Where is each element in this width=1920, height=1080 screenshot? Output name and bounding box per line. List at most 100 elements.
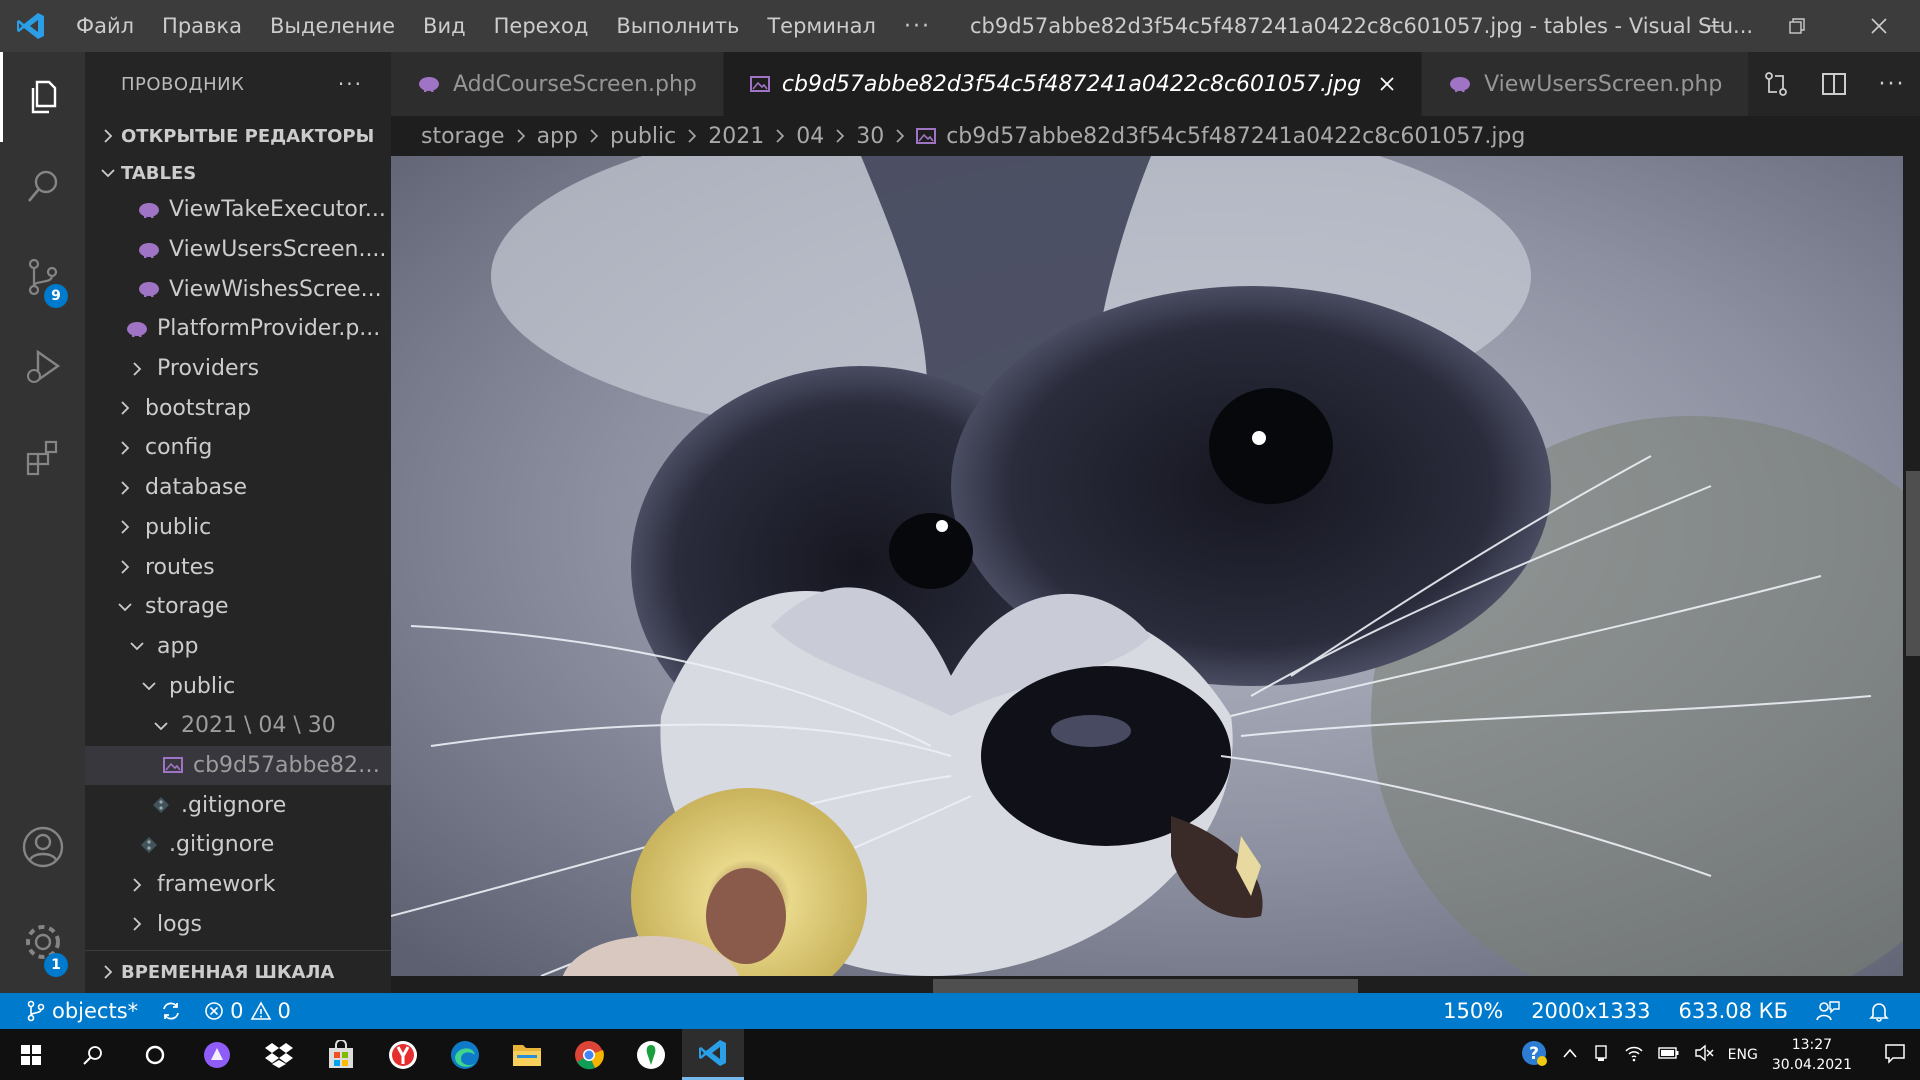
taskbar-app-alice[interactable] [186,1029,248,1080]
close-icon [1380,77,1394,91]
tab-label: cb9d57abbe82d3f54c5f487241a0422c8c601057… [781,71,1362,97]
tree-file[interactable]: .gitignore [85,785,391,825]
file-tree: ViewTakeExecutor... ViewUsersScreen.... Vi… [85,190,391,944]
timeline-section[interactable]: ВРЕМЕННАЯ ШКАЛА [85,950,391,993]
tree-folder[interactable]: framework [85,865,391,905]
action-center-button[interactable] [1884,1042,1906,1068]
breadcrumb-item[interactable]: 2021 [708,124,764,149]
breadcrumb-item[interactable]: cb9d57abbe82d3f54c5f487241a0422c8c601057… [946,124,1525,149]
feedback-button[interactable] [1816,1000,1840,1022]
help-tray-button[interactable]: ? [1520,1039,1548,1071]
taskbar-app-store[interactable] [310,1029,372,1080]
tab-add-course-screen[interactable]: AddCourseScreen.php [391,52,724,116]
menu-run[interactable]: Выполнить [602,0,753,52]
vertical-scrollbar-thumb[interactable] [1906,471,1920,656]
breadcrumb-item[interactable]: app [537,124,578,149]
more-actions-button[interactable]: ··· [1874,72,1910,97]
tree-file[interactable]: ViewWishesScree... [85,269,391,309]
menu-file[interactable]: Файл [62,0,148,52]
menu-selection[interactable]: Выделение [256,0,409,52]
tree-folder[interactable]: bootstrap [85,388,391,428]
tree-file[interactable]: PlatformProvider.p... [85,309,391,349]
horizontal-scrollbar[interactable] [391,976,1903,993]
tree-folder[interactable]: Providers [85,349,391,389]
chrome-icon [575,1040,604,1069]
image-preview[interactable] [391,156,1920,993]
tab-view-users-screen[interactable]: ViewUsersScreen.php [1422,52,1750,116]
menu-view[interactable]: Вид [409,0,480,52]
zoom-status[interactable]: 150% [1443,999,1503,1023]
run-debug-activity[interactable] [0,322,85,412]
horizontal-scrollbar-thumb[interactable] [933,979,1358,993]
notifications-button[interactable] [1868,1000,1890,1022]
raccoon-photo [391,156,1903,976]
breadcrumb-item[interactable]: public [610,124,676,149]
restore-button[interactable] [1756,0,1838,52]
explorer-more-button[interactable]: ··· [338,72,363,96]
tree-folder[interactable]: storage [85,587,391,627]
input-language[interactable]: ENG [1728,1047,1758,1063]
open-editors-section[interactable]: ОТКРЫТЫЕ РЕДАКТОРЫ [85,116,391,156]
chevron-right-icon [111,560,139,574]
taskbar-app-vscode[interactable] [682,1029,744,1080]
menu-more-button[interactable]: ··· [890,14,945,39]
close-window-button[interactable] [1838,0,1920,52]
tab-image-file[interactable]: cb9d57abbe82d3f54c5f487241a0422c8c601057… [723,52,1423,116]
device-tray-icon[interactable] [1592,1044,1610,1066]
volume-tray-button[interactable] [1694,1044,1714,1066]
breadcrumb-item[interactable]: 04 [796,124,824,149]
git-branch-status[interactable]: objects* [26,999,138,1023]
wifi-tray-button[interactable] [1624,1044,1644,1066]
split-editor-button[interactable] [1816,70,1852,98]
taskbar-app-yandex-browser[interactable] [372,1029,434,1080]
battery-tray-button[interactable] [1657,1046,1680,1064]
minimize-button[interactable] [1674,0,1756,52]
taskbar-app-chrome[interactable] [558,1029,620,1080]
extensions-activity[interactable] [0,412,85,502]
tree-folder[interactable]: routes [85,547,391,587]
taskbar-app-dropbox[interactable] [248,1029,310,1080]
tree-file[interactable]: ViewUsersScreen.... [85,230,391,270]
sync-button[interactable] [160,1000,182,1022]
start-button[interactable] [0,1029,62,1080]
close-tab-button[interactable] [1379,76,1395,92]
git-branch-icon [27,1000,45,1022]
problems-status[interactable]: 0 0 [204,999,291,1023]
tree-file[interactable]: .gitignore [85,825,391,865]
bell-icon [1869,1003,1889,1022]
taskbar-search-button[interactable] [62,1029,124,1080]
settings-update-badge: 1 [44,953,68,977]
explorer-activity[interactable] [0,52,85,142]
image-file-icon [749,75,770,93]
help-icon: ? [1521,1040,1547,1066]
tree-folder[interactable]: public [85,666,391,706]
source-control-activity[interactable]: 9 [0,232,85,322]
open-changes-button[interactable] [1758,70,1794,98]
breadcrumb-item[interactable]: storage [421,124,505,149]
breadcrumb-item[interactable]: 30 [856,124,884,149]
tree-item-label: public [169,673,236,699]
tree-folder[interactable]: app [85,627,391,667]
workspace-section[interactable]: TABLES [85,156,391,190]
cortana-button[interactable] [124,1029,186,1080]
vertical-scrollbar[interactable] [1903,156,1920,976]
tree-folder[interactable]: database [85,468,391,508]
taskbar-app-edge[interactable] [434,1029,496,1080]
menu-edit[interactable]: Правка [148,0,256,52]
accounts-activity[interactable] [0,802,85,892]
tree-folder[interactable]: logs [85,904,391,944]
tree-file[interactable]: ViewTakeExecutor... [85,190,391,230]
manage-activity[interactable]: 1 [0,897,85,987]
taskbar-app-file-explorer[interactable] [496,1029,558,1080]
taskbar-app-maps[interactable] [620,1029,682,1080]
tree-folder[interactable]: 2021 \ 04 \ 30 [85,706,391,746]
show-hidden-icons-button[interactable] [1562,1047,1578,1063]
search-activity[interactable] [0,142,85,232]
menu-terminal[interactable]: Терминал [753,0,890,52]
tree-file[interactable]: cb9d57abbe82d... [85,745,391,786]
wifi-icon [1625,1046,1643,1061]
tree-folder[interactable]: public [85,508,391,548]
clock[interactable]: 13:27 30.04.2021 [1772,1035,1852,1075]
tree-folder[interactable]: config [85,428,391,468]
menu-go[interactable]: Переход [480,0,603,52]
